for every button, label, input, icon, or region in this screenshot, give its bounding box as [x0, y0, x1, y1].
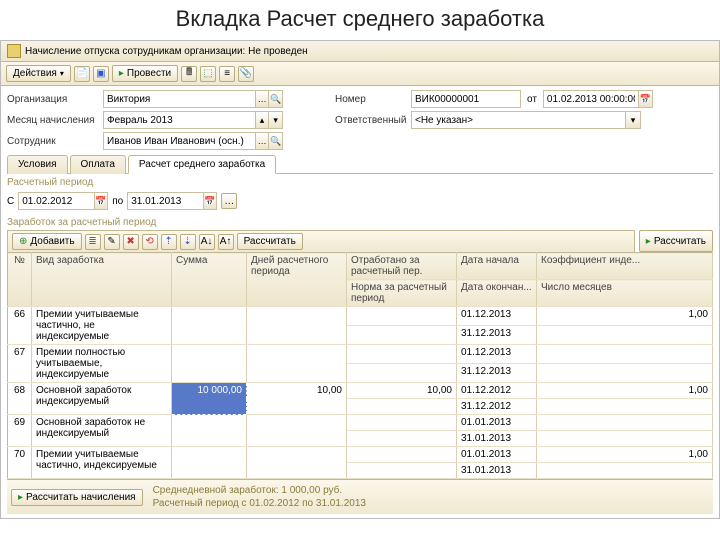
date-from-label: от	[527, 94, 537, 105]
lookup-icon[interactable]: …	[255, 133, 269, 149]
add-button[interactable]: ⊕Добавить	[12, 233, 82, 250]
actions-button[interactable]: Действия▾	[6, 65, 71, 82]
page-title: Вкладка Расчет среднего заработка	[0, 0, 720, 40]
app-window: Начисление отпуска сотрудникам организац…	[0, 40, 720, 519]
open-icon[interactable]: 🔍	[268, 91, 282, 107]
col-otr[interactable]: Отработано за расчетный пер.	[347, 253, 457, 280]
window-titlebar: Начисление отпуска сотрудникам организац…	[1, 41, 719, 62]
org-input[interactable]	[104, 94, 255, 105]
hier-icon[interactable]: ⬚	[200, 66, 216, 82]
sort-asc-icon[interactable]: A↓	[199, 234, 215, 250]
month-field[interactable]: ▴ ▾	[103, 111, 283, 129]
grid-toolbar: ⊕Добавить ≣ ✎ ✖ ⟲ ⇡ ⇣ A↓ A↑ Рассчитать	[7, 230, 635, 252]
form-area: Организация … 🔍 Номер от 📅 Месяц начисле…	[1, 86, 719, 518]
table-row[interactable]: 68Основной заработок индексируемый10 000…	[8, 383, 713, 399]
window-title-text: Начисление отпуска сотрудникам организац…	[25, 46, 308, 57]
move-down-icon[interactable]: ⇣	[180, 234, 196, 250]
summary-text: Среднедневной заработок: 1 000,00 руб. Р…	[153, 484, 366, 510]
calendar-icon[interactable]: 📅	[203, 193, 217, 209]
month-label: Месяц начисления	[7, 115, 97, 126]
calendar-icon[interactable]: 📅	[94, 193, 108, 209]
refresh-icon[interactable]: ⟲	[142, 234, 158, 250]
provesti-button[interactable]: ▸Провести	[112, 65, 178, 82]
recalculate-button[interactable]: ▸Рассчитать начисления	[11, 489, 143, 506]
org-field[interactable]: … 🔍	[103, 90, 283, 108]
dropdown-icon[interactable]: ▾	[625, 112, 640, 128]
col-days-rp[interactable]: Дней расчетного периода	[247, 253, 347, 307]
number-field[interactable]	[411, 90, 521, 108]
period-to-field[interactable]: 📅	[127, 192, 217, 210]
col-date-end[interactable]: Дата окончан...	[457, 280, 537, 307]
earnings-grid[interactable]: № Вид заработка Сумма Дней расчетного пе…	[7, 252, 713, 479]
resp-label: Ответственный	[335, 115, 405, 126]
period-section-label: Расчетный период	[7, 174, 713, 190]
date-field[interactable]: 📅	[543, 90, 653, 108]
table-row[interactable]: 70Премии учитываемые частично, индексиру…	[8, 447, 713, 463]
number-label: Номер	[335, 94, 405, 105]
attach-icon[interactable]: 📎	[238, 66, 254, 82]
col-months[interactable]: Число месяцев	[537, 280, 713, 307]
table-row[interactable]: 69Основной заработок не индексируемый01.…	[8, 415, 713, 431]
emp-label: Сотрудник	[7, 136, 97, 147]
col-n[interactable]: №	[8, 253, 32, 307]
col-type[interactable]: Вид заработка	[32, 253, 172, 307]
window-icon	[7, 44, 21, 58]
new-icon[interactable]: 📄	[74, 66, 90, 82]
period-from-label: С	[7, 196, 14, 207]
dropdown-icon[interactable]: ▾	[268, 112, 282, 128]
lookup-icon[interactable]: …	[255, 91, 269, 107]
calc-icon[interactable]: 🖩	[181, 66, 197, 82]
move-up-icon[interactable]: ⇡	[161, 234, 177, 250]
col-norm[interactable]: Норма за расчетный период	[347, 280, 457, 307]
main-toolbar: Действия▾ 📄 ▣ ▸Провести 🖩 ⬚ ≡ 📎	[1, 62, 719, 86]
period-from-field[interactable]: 📅	[18, 192, 108, 210]
open-icon[interactable]: 🔍	[268, 133, 282, 149]
earnings-section-label: Заработок за расчетный период	[7, 214, 713, 230]
emp-field[interactable]: … 🔍	[103, 132, 283, 150]
calc-button[interactable]: Рассчитать	[237, 233, 303, 250]
list-icon[interactable]: ≡	[219, 66, 235, 82]
table-row[interactable]: 66Премии учитываемые частично, не индекс…	[8, 307, 713, 326]
col-date-start[interactable]: Дата начала	[457, 253, 537, 280]
table-row[interactable]: 67Премии полностью учитываемые, индексир…	[8, 345, 713, 364]
col-sum[interactable]: Сумма	[172, 253, 247, 307]
recalc-top-button[interactable]: ▸Рассчитать	[639, 230, 713, 252]
footer-bar: ▸Рассчитать начисления Среднедневной зар…	[7, 479, 713, 514]
tab-average-calc[interactable]: Расчет среднего заработка	[128, 155, 276, 174]
insert-row-icon[interactable]: ≣	[85, 234, 101, 250]
period-more-icon[interactable]: …	[221, 193, 237, 209]
spin-up-icon[interactable]: ▴	[255, 112, 269, 128]
edit-icon[interactable]: ✎	[104, 234, 120, 250]
period-row: С 📅 по 📅 …	[7, 190, 713, 214]
save-icon[interactable]: ▣	[93, 66, 109, 82]
resp-field[interactable]: ▾	[411, 111, 641, 129]
calendar-icon[interactable]: 📅	[638, 91, 652, 107]
tab-conditions[interactable]: Условия	[7, 155, 68, 174]
sort-desc-icon[interactable]: A↑	[218, 234, 234, 250]
col-coef[interactable]: Коэффициент инде...	[537, 253, 713, 280]
period-to-label: по	[112, 196, 123, 207]
tab-payment[interactable]: Оплата	[70, 155, 126, 174]
delete-icon[interactable]: ✖	[123, 234, 139, 250]
tab-strip: Условия Оплата Расчет среднего заработка	[7, 154, 713, 174]
org-label: Организация	[7, 94, 97, 105]
